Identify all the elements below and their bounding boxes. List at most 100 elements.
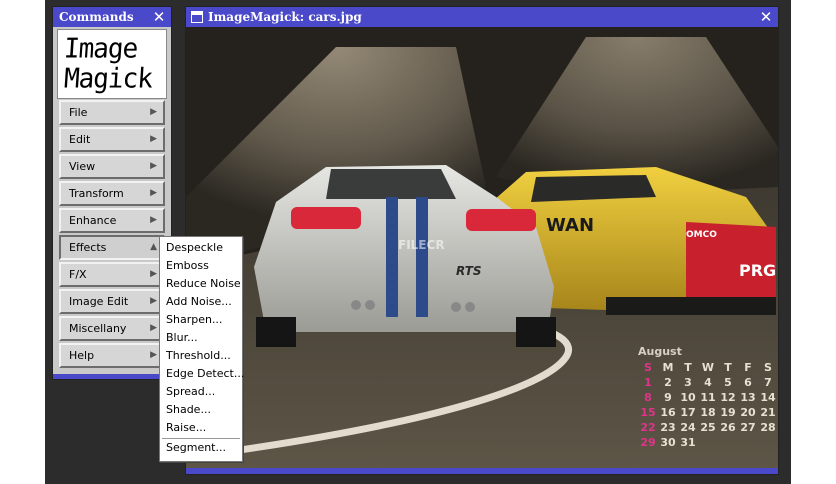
calendar-day: 26: [720, 421, 736, 434]
close-icon[interactable]: ✕: [151, 9, 167, 25]
image-window: ImageMagick: cars.jpg ✕ WAN OMCO PRG RTS…: [185, 6, 779, 475]
calendar-weekday: F: [744, 361, 752, 374]
car-plate-text: RTS: [456, 264, 482, 278]
submenu-item-blur[interactable]: Blur...: [166, 331, 198, 345]
calendar-day: 4: [704, 376, 712, 389]
yellow-car-logo: PRG: [739, 261, 776, 280]
calendar-day: 18: [700, 406, 716, 419]
window-bottom-border: [186, 468, 778, 474]
calendar-day: 19: [720, 406, 736, 419]
calendar-day: 24: [680, 421, 696, 434]
menu-image-edit-button[interactable]: Image Edit ▶: [59, 289, 165, 314]
menu-label: Miscellany: [69, 322, 127, 335]
calendar-day: 21: [760, 406, 776, 419]
menu-label: Edit: [69, 133, 91, 146]
submenu-item-reduce-noise[interactable]: Reduce Noise: [166, 277, 241, 291]
submenu-item-add-noise[interactable]: Add Noise...: [166, 295, 232, 309]
chevron-right-icon: ▶: [150, 350, 157, 360]
menu-label: Image Edit: [69, 295, 129, 308]
commands-title: Commands: [59, 10, 134, 24]
calendar-day: 30: [660, 436, 676, 449]
calendar-weekday: S: [644, 361, 652, 374]
menu-view-button[interactable]: View ▶: [59, 154, 165, 179]
calendar-day: 31: [680, 436, 696, 449]
menu-label: F/X: [69, 268, 87, 281]
calendar-day: 3: [684, 376, 692, 389]
calendar-day: 2: [664, 376, 672, 389]
logo-line-2: Magick: [62, 63, 153, 95]
calendar-day: 16: [660, 406, 676, 419]
calendar-day: 14: [760, 391, 776, 404]
window-icon[interactable]: [191, 11, 203, 23]
calendar-day: 13: [740, 391, 756, 404]
image-canvas[interactable]: WAN OMCO PRG RTS FILECR August S M T W T…: [186, 27, 778, 468]
menu-label: View: [69, 160, 96, 173]
calendar-day: 28: [760, 421, 776, 434]
calendar-day: 1: [644, 376, 652, 389]
submenu-item-edge-detect[interactable]: Edge Detect...: [166, 367, 244, 381]
calendar-day: 7: [764, 376, 772, 389]
yellow-car-text: WAN: [546, 215, 594, 236]
menu-label: Effects: [69, 241, 107, 254]
calendar-day: 6: [744, 376, 752, 389]
submenu-item-despeckle[interactable]: Despeckle: [166, 241, 223, 255]
calendar-weekday: T: [684, 361, 692, 374]
chevron-right-icon: ▶: [150, 215, 157, 225]
chevron-right-icon: ▶: [150, 188, 157, 198]
menu-label: Enhance: [69, 214, 117, 227]
menu-label: Transform: [69, 187, 124, 200]
submenu-item-segment[interactable]: Segment...: [166, 441, 226, 455]
chevron-up-icon: ▲: [150, 242, 157, 252]
calendar-weekday: M: [662, 361, 674, 374]
calendar-day: 20: [740, 406, 756, 419]
submenu-divider: [162, 438, 240, 439]
submenu-item-raise[interactable]: Raise...: [166, 421, 206, 435]
calendar-weekday: S: [764, 361, 772, 374]
calendar-weekday: W: [701, 361, 715, 374]
menu-miscellany-button[interactable]: Miscellany ▶: [59, 316, 165, 341]
chevron-right-icon: ▶: [150, 161, 157, 171]
calendar-day: 29: [640, 436, 656, 449]
close-icon[interactable]: ✕: [758, 9, 774, 25]
submenu-item-threshold[interactable]: Threshold...: [166, 349, 231, 363]
effects-submenu: Despeckle Emboss Reduce Noise Add Noise.…: [159, 236, 244, 462]
calendar-day: 12: [720, 391, 736, 404]
submenu-item-emboss[interactable]: Emboss: [166, 259, 209, 273]
submenu-item-sharpen[interactable]: Sharpen...: [166, 313, 222, 327]
commands-window: Commands ✕ Image Magick File ▶ Edit ▶ Vi…: [52, 6, 172, 380]
chevron-right-icon: ▶: [150, 134, 157, 144]
calendar-day: 15: [640, 406, 656, 419]
chevron-right-icon: ▶: [150, 269, 157, 279]
calendar-day: 8: [644, 391, 652, 404]
menu-label: File: [69, 106, 88, 119]
image-titlebar[interactable]: ImageMagick: cars.jpg ✕: [186, 7, 778, 27]
menu-file-button[interactable]: File ▶: [59, 100, 165, 125]
calendar-day: 22: [640, 421, 656, 434]
calendar-day: 27: [740, 421, 756, 434]
calendar-weekday: T: [724, 361, 732, 374]
calendar-day: 10: [680, 391, 696, 404]
logo-line-1: Image: [62, 33, 139, 65]
image-window-title: ImageMagick: cars.jpg: [208, 10, 362, 24]
watermark-text: FILECR: [398, 238, 445, 252]
menu-label: Help: [69, 349, 95, 362]
calendar-day: 17: [680, 406, 696, 419]
calendar-day: 9: [664, 391, 672, 404]
submenu-item-shade[interactable]: Shade...: [166, 403, 211, 417]
menu-help-button[interactable]: Help ▶: [59, 343, 165, 368]
chevron-right-icon: ▶: [150, 296, 157, 306]
chevron-right-icon: ▶: [150, 323, 157, 333]
calendar-day: 11: [700, 391, 716, 404]
menu-effects-button[interactable]: Effects ▲: [59, 235, 165, 260]
menu-transform-button[interactable]: Transform ▶: [59, 181, 165, 206]
chevron-right-icon: ▶: [150, 107, 157, 117]
menu-edit-button[interactable]: Edit ▶: [59, 127, 165, 152]
menu-enhance-button[interactable]: Enhance ▶: [59, 208, 165, 233]
submenu-item-spread[interactable]: Spread...: [166, 385, 215, 399]
commands-titlebar[interactable]: Commands ✕: [53, 7, 171, 27]
menu-fx-button[interactable]: F/X ▶: [59, 262, 165, 287]
calendar-month: August: [638, 345, 682, 358]
yellow-car-sponsor: OMCO: [686, 230, 717, 240]
calendar-day: 25: [700, 421, 716, 434]
calendar-day: 5: [724, 376, 732, 389]
